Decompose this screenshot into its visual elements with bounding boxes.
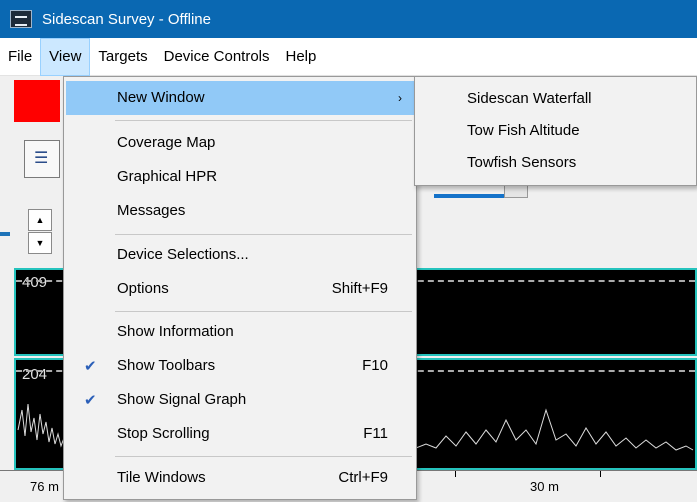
menu-item-shortcut: Ctrl+F9 bbox=[338, 469, 388, 486]
menu-item-label: Messages bbox=[117, 202, 186, 219]
view-menu-dropdown: New Window › Coverage Map Graphical HPR … bbox=[63, 76, 417, 500]
menu-item-label: Options bbox=[117, 280, 169, 297]
menu-item-label: Device Selections... bbox=[117, 246, 249, 263]
check-icon: ✔ bbox=[84, 391, 97, 409]
menu-view[interactable]: View bbox=[40, 37, 91, 76]
menu-separator bbox=[115, 456, 412, 457]
list-view-button[interactable] bbox=[24, 140, 60, 178]
scale-tick bbox=[600, 471, 601, 477]
menubar: File View Targets Device Controls Help bbox=[0, 37, 697, 76]
menu-item-label: Show Signal Graph bbox=[117, 391, 247, 408]
menu-item-device-selections[interactable]: Device Selections... bbox=[66, 238, 414, 272]
toolbar-selection-underline bbox=[434, 194, 504, 198]
menu-separator bbox=[115, 234, 412, 235]
scale-label-left: 76 m bbox=[30, 479, 59, 494]
status-indicator-red bbox=[14, 80, 60, 122]
check-icon: ✔ bbox=[84, 357, 97, 375]
menu-device-controls[interactable]: Device Controls bbox=[156, 38, 278, 76]
menu-item-new-window[interactable]: New Window › bbox=[66, 81, 414, 115]
menu-item-label: Show Information bbox=[117, 323, 234, 340]
spin-up-button[interactable]: ▲ bbox=[28, 209, 52, 231]
menu-item-messages[interactable]: Messages bbox=[66, 194, 414, 228]
menu-item-label: Stop Scrolling bbox=[117, 425, 210, 442]
splitter-marker bbox=[0, 232, 10, 236]
menu-item-graphical-hpr[interactable]: Graphical HPR bbox=[66, 160, 414, 194]
menu-targets[interactable]: Targets bbox=[90, 38, 155, 76]
menu-item-stop-scrolling[interactable]: Stop Scrolling F11 bbox=[66, 417, 414, 451]
menu-item-coverage-map[interactable]: Coverage Map bbox=[66, 126, 414, 160]
menu-item-tile-windows[interactable]: Tile Windows Ctrl+F9 bbox=[66, 461, 414, 495]
title-bar: Sidescan Survey - Offline bbox=[0, 0, 697, 38]
new-window-submenu: Sidescan Waterfall Tow Fish Altitude Tow… bbox=[414, 76, 697, 186]
menu-item-label: New Window bbox=[117, 89, 205, 106]
menu-item-shortcut: Shift+F9 bbox=[331, 280, 388, 297]
menu-item-show-signal-graph[interactable]: ✔ Show Signal Graph bbox=[66, 383, 414, 417]
submenu-item-sidescan-waterfall[interactable]: Sidescan Waterfall bbox=[467, 83, 592, 115]
menu-file[interactable]: File bbox=[0, 38, 40, 76]
app-icon bbox=[10, 10, 32, 28]
menu-item-show-toolbars[interactable]: ✔ Show Toolbars F10 bbox=[66, 349, 414, 383]
menu-item-label: Coverage Map bbox=[117, 134, 216, 151]
menu-item-label: Graphical HPR bbox=[117, 168, 218, 185]
menu-item-shortcut: F10 bbox=[362, 357, 388, 374]
scale-label-right: 30 m bbox=[530, 479, 559, 494]
menu-item-shortcut: F11 bbox=[363, 425, 388, 442]
menu-help[interactable]: Help bbox=[278, 38, 325, 76]
scale-tick bbox=[455, 471, 456, 477]
panel-top-range-label: 409 bbox=[22, 274, 48, 291]
menu-separator bbox=[115, 120, 412, 121]
menu-item-show-information[interactable]: Show Information bbox=[66, 315, 414, 349]
submenu-item-tow-fish-altitude[interactable]: Tow Fish Altitude bbox=[467, 115, 580, 147]
menu-item-label: Tile Windows bbox=[117, 469, 206, 486]
menu-separator bbox=[115, 311, 412, 312]
menu-item-label: Show Toolbars bbox=[117, 357, 216, 374]
spin-down-button[interactable]: ▼ bbox=[28, 232, 52, 254]
chevron-right-icon: › bbox=[398, 91, 402, 105]
window-title: Sidescan Survey - Offline bbox=[42, 10, 211, 28]
submenu-item-towfish-sensors[interactable]: Towfish Sensors bbox=[467, 147, 576, 179]
menu-item-options[interactable]: Options Shift+F9 bbox=[66, 272, 414, 306]
